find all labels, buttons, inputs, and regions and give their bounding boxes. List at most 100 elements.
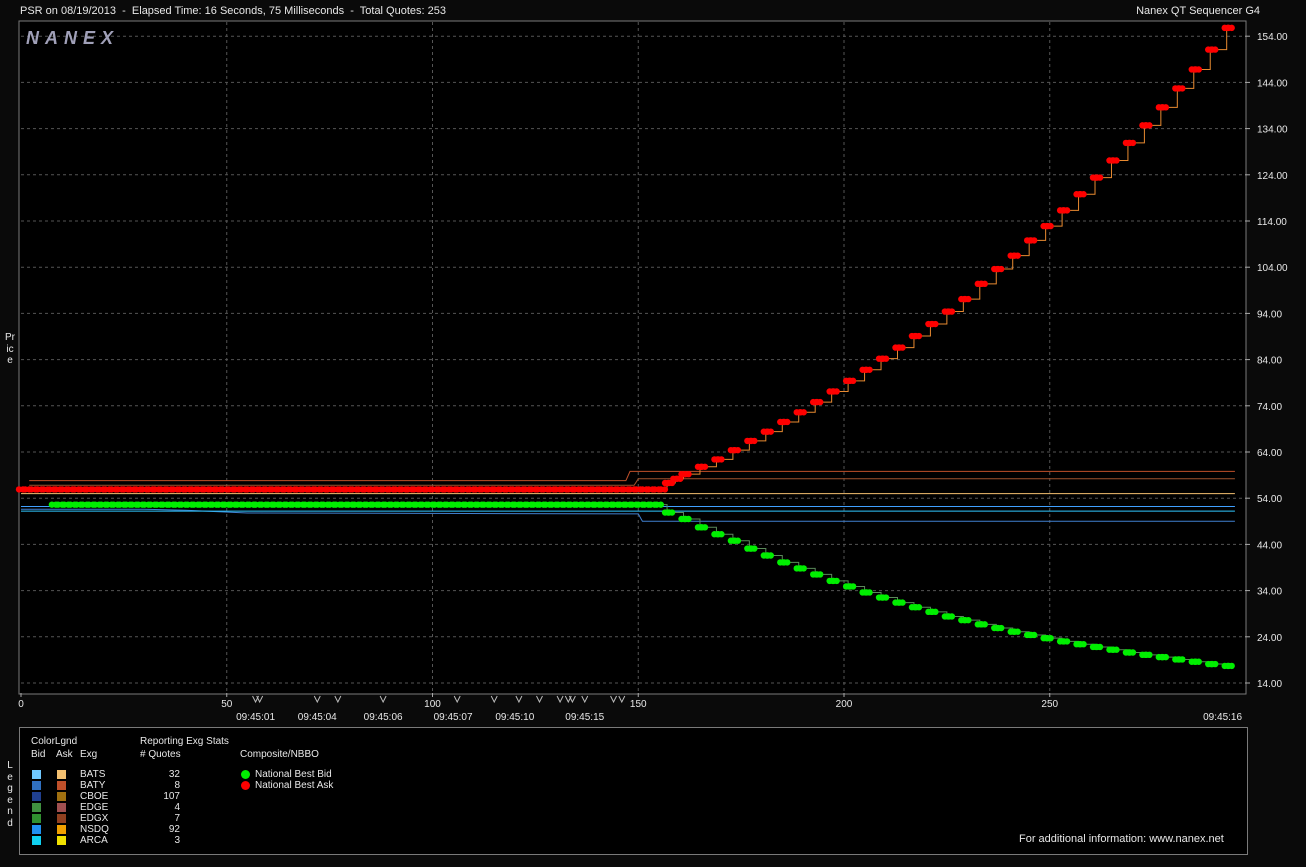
- bid-swatch: [32, 825, 41, 834]
- bid-point: [714, 531, 725, 538]
- composite-title: Composite/NBBO: [240, 749, 319, 760]
- y-tick-label: 124.00: [1257, 171, 1288, 182]
- ask-point: [1010, 252, 1021, 259]
- y-tick-label: 24.00: [1257, 633, 1282, 644]
- y-tick-label: 154.00: [1257, 32, 1288, 43]
- plot-frame: [18, 20, 1247, 695]
- x-tick-label: 50: [221, 699, 233, 710]
- ask-point: [812, 398, 824, 406]
- bid-point: [1043, 634, 1054, 642]
- x-time-label: 09:45:16: [1203, 712, 1242, 720]
- bid-swatch: [32, 770, 41, 779]
- time-marker: [536, 695, 543, 704]
- ask-swatch: [57, 814, 66, 823]
- ask-point: [714, 456, 725, 463]
- bid-point: [944, 613, 956, 620]
- ask-point: [1076, 191, 1087, 198]
- stats-title: Reporting Exg Stats: [140, 736, 229, 747]
- bid-point: [977, 621, 988, 628]
- bid-point: [1109, 646, 1120, 653]
- bid-point: [796, 565, 807, 572]
- legend-vertical-label: Legend: [7, 760, 13, 829]
- y-tick-label: 134.00: [1257, 125, 1288, 136]
- time-marker: [610, 695, 618, 704]
- y-tick-label: 94.00: [1257, 309, 1282, 320]
- legend-col-ask: Ask: [56, 749, 73, 760]
- bid-point: [780, 559, 791, 566]
- bid-swatch: [32, 792, 41, 801]
- bid-point: [1191, 658, 1202, 665]
- x-tick-label: 100: [424, 699, 441, 710]
- exchange-name: ARCA: [80, 835, 108, 846]
- time-marker: [334, 695, 342, 704]
- exchange-name: BATS: [80, 769, 106, 780]
- x-tick-label: 0: [18, 699, 24, 710]
- ask-point: [1224, 24, 1235, 32]
- time-marker: [618, 695, 626, 704]
- ask-point: [829, 388, 840, 395]
- ask-point: [780, 418, 791, 426]
- bid-point: [681, 515, 692, 523]
- composite-label: National Best Ask: [255, 780, 334, 791]
- ask-point: [763, 428, 775, 435]
- bid-point: [928, 608, 939, 616]
- ask-point: [1142, 122, 1153, 129]
- y-tick-label: 104.00: [1257, 263, 1288, 274]
- price-chart: 14.00 24.00 34.00 44.00 54.00 64.00 74.00 84.00…: [15, 20, 1288, 720]
- bid-point: [730, 537, 742, 544]
- exchange-name: EDGE: [80, 802, 109, 813]
- exchange-name: BATY: [80, 780, 106, 791]
- x-tick-label: 150: [630, 699, 647, 710]
- exchange-quote-count: 3: [174, 835, 180, 846]
- x-tick-label: 200: [836, 699, 853, 710]
- bid-point: [1142, 651, 1153, 659]
- time-marker: [556, 695, 564, 704]
- bid-point: [747, 545, 758, 552]
- ask-point: [1208, 46, 1219, 53]
- ask-point: [1092, 174, 1104, 181]
- ask-swatch: [57, 770, 66, 779]
- ask-point: [911, 332, 923, 340]
- composite-dot: [241, 781, 250, 790]
- ask-point: [1059, 207, 1071, 214]
- ask-point: [944, 308, 956, 315]
- x-time-label: 09:45:06: [364, 712, 403, 720]
- ask-point: [977, 280, 988, 288]
- bid-point: [1175, 656, 1186, 663]
- ask-point: [895, 344, 906, 351]
- ask-swatch: [57, 825, 66, 834]
- exchange-name: CBOE: [80, 791, 109, 802]
- bid-point: [1092, 643, 1104, 651]
- exchange-name: NSDQ: [80, 824, 109, 835]
- exchange-quote-count: 107: [163, 791, 180, 802]
- ask-point: [1026, 237, 1038, 244]
- exchange-quote-count: 92: [168, 824, 180, 835]
- nanex-logo: NANEX: [26, 28, 119, 48]
- legend-col-exg: Exg: [80, 749, 98, 760]
- color-legend-title: ColorLgnd: [31, 736, 78, 747]
- bid-swatch: [32, 781, 41, 790]
- bid-point: [961, 616, 972, 624]
- ask-swatch: [57, 836, 66, 845]
- ask-swatch: [57, 781, 66, 790]
- y-tick-label: 84.00: [1257, 356, 1282, 367]
- y-tick-label: 44.00: [1257, 540, 1282, 551]
- bid-point: [812, 571, 824, 578]
- bid-point: [911, 604, 923, 611]
- bid-point-flat: [653, 501, 665, 508]
- legend-col-bid: Bid: [31, 749, 46, 760]
- y-tick-label: 64.00: [1257, 448, 1282, 459]
- legend-panel: ColorLgnd Bid Ask Exg Reporting Exg Stat…: [19, 727, 1248, 855]
- bid-point: [1026, 631, 1038, 639]
- ask-point: [994, 265, 1005, 273]
- bid-point: [1224, 662, 1235, 670]
- bid-point: [895, 599, 906, 606]
- ask-point: [1158, 104, 1170, 111]
- bid-point: [862, 589, 873, 596]
- ask-point-flat: [657, 486, 669, 493]
- ask-point: [747, 437, 758, 445]
- bid-point: [1158, 653, 1170, 661]
- ask-point: [878, 355, 890, 362]
- ask-point: [681, 470, 692, 478]
- time-marker: [453, 695, 461, 704]
